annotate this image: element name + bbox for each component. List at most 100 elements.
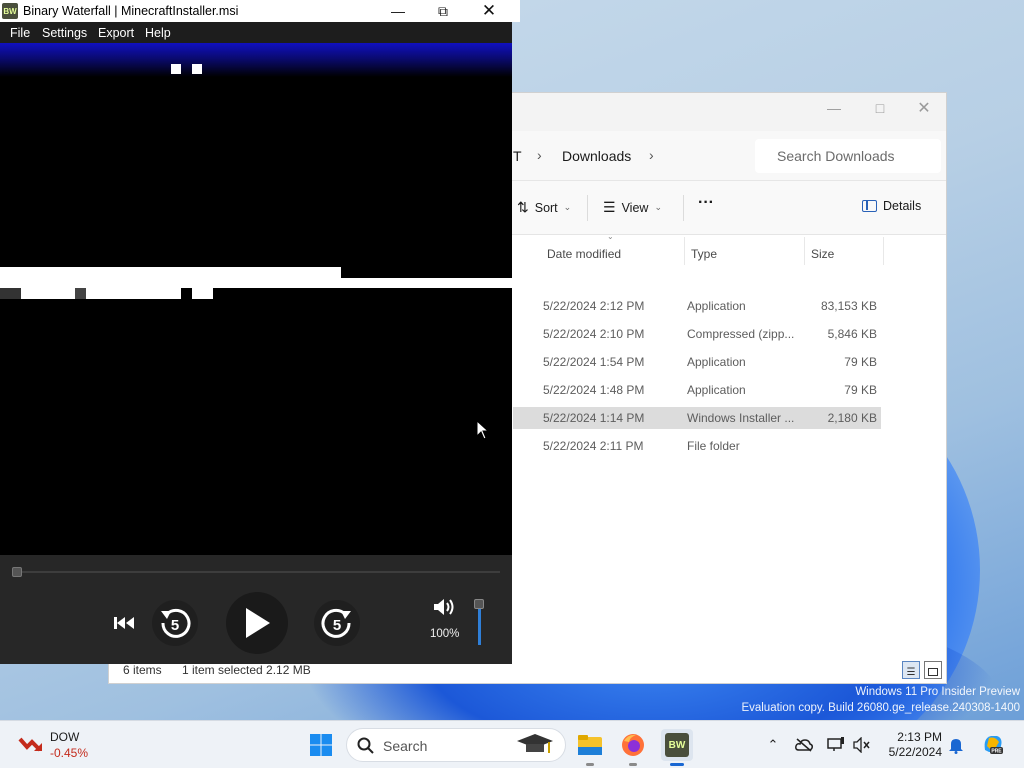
onedrive-offline-icon[interactable] bbox=[795, 736, 813, 754]
file-row[interactable]: 5/22/2024 2:10 PM Compressed (zipp... 5,84… bbox=[513, 323, 881, 345]
column-header-date[interactable]: Date modified bbox=[547, 247, 621, 261]
menu-settings[interactable]: Settings bbox=[42, 26, 87, 40]
bw-close-button[interactable]: ✕ bbox=[466, 0, 512, 22]
search-placeholder: Search Downloads bbox=[777, 148, 895, 164]
file-type: Windows Installer ... bbox=[687, 411, 795, 425]
explorer-close-button[interactable]: ✕ bbox=[901, 93, 947, 123]
waterfall-pixel bbox=[0, 288, 21, 299]
forward-5-button[interactable]: 5 bbox=[314, 600, 360, 646]
breadcrumb-chevron-icon: › bbox=[537, 147, 542, 163]
notification-bell-icon[interactable] bbox=[947, 736, 965, 754]
search-icon bbox=[357, 737, 374, 754]
volume-mute-button[interactable] bbox=[432, 595, 456, 619]
bw-maximize-button[interactable]: ⧉ bbox=[420, 0, 466, 22]
copilot-icon[interactable]: PRE bbox=[981, 732, 1005, 756]
show-hidden-icons-chevron-icon[interactable]: ⌃ bbox=[764, 736, 782, 754]
taskbar-clock[interactable]: 2:13 PM 5/22/2024 bbox=[884, 730, 942, 760]
bw-menu-bar: File Settings Export Help bbox=[0, 22, 512, 43]
volume-percent: 100% bbox=[430, 628, 460, 640]
watermark-line-1: Windows 11 Pro Insider Preview bbox=[855, 686, 1020, 698]
volume-fill bbox=[478, 605, 481, 645]
column-header-size[interactable]: Size bbox=[811, 247, 834, 261]
waterfall-pixel bbox=[21, 288, 75, 299]
taskbar-firefox[interactable] bbox=[617, 729, 649, 766]
skip-back-icon bbox=[114, 617, 134, 629]
rewind-5-icon: 5 bbox=[161, 608, 191, 638]
breadcrumb-partial[interactable]: T bbox=[513, 148, 522, 164]
view-button[interactable]: ☰ View ⌄ bbox=[603, 199, 662, 216]
waterfall-pixel bbox=[75, 288, 86, 299]
column-divider[interactable] bbox=[804, 237, 805, 265]
column-header-type[interactable]: Type bbox=[691, 247, 717, 261]
volume-slider-track[interactable] bbox=[478, 605, 481, 645]
file-type: Compressed (zipp... bbox=[687, 327, 795, 341]
rewind-5-button[interactable]: 5 bbox=[152, 600, 198, 646]
menu-file[interactable]: File bbox=[10, 26, 30, 40]
file-date: 5/22/2024 2:12 PM bbox=[543, 299, 645, 313]
file-row[interactable]: 5/22/2024 2:12 PM Application 83,153 KB bbox=[513, 295, 881, 317]
file-row[interactable]: 5/22/2024 2:11 PM File folder bbox=[513, 435, 881, 457]
waterfall-gradient-band bbox=[0, 43, 512, 77]
details-label: Details bbox=[883, 199, 922, 213]
forward-5-icon: 5 bbox=[321, 608, 351, 638]
search-downloads-input[interactable]: Search Downloads bbox=[755, 139, 941, 173]
chevron-down-icon: ⌄ bbox=[563, 202, 572, 212]
file-size: 2,180 KB bbox=[827, 411, 877, 425]
start-button[interactable] bbox=[305, 729, 337, 761]
breadcrumb-chevron-icon[interactable]: › bbox=[649, 147, 654, 163]
file-date: 5/22/2024 2:11 PM bbox=[543, 439, 644, 453]
file-size: 5,846 KB bbox=[827, 327, 877, 341]
large-icons-view-icon[interactable] bbox=[924, 661, 942, 679]
item-count: 6 items bbox=[123, 663, 162, 677]
details-view-icon[interactable]: ☰ bbox=[902, 661, 920, 679]
chevron-down-icon: ⌄ bbox=[654, 202, 662, 212]
stock-down-icon bbox=[18, 737, 42, 752]
stock-name: DOW bbox=[50, 730, 80, 744]
taskbar-binary-waterfall[interactable]: BW bbox=[661, 729, 693, 766]
breadcrumb-current[interactable]: Downloads bbox=[562, 148, 631, 164]
seek-track[interactable] bbox=[14, 571, 500, 573]
clock-date: 5/22/2024 bbox=[888, 745, 942, 759]
file-row[interactable]: 5/22/2024 1:54 PM Application 79 KB bbox=[513, 351, 881, 373]
view-label: View bbox=[621, 200, 649, 215]
active-indicator bbox=[670, 763, 684, 766]
details-pane-button[interactable]: Details bbox=[862, 199, 921, 213]
column-divider[interactable] bbox=[883, 237, 884, 265]
menu-help[interactable]: Help bbox=[145, 26, 171, 40]
file-date: 5/22/2024 1:14 PM bbox=[543, 411, 645, 425]
menu-export[interactable]: Export bbox=[98, 26, 134, 40]
network-icon[interactable] bbox=[827, 736, 845, 754]
graduation-cap-icon bbox=[517, 734, 553, 753]
waterfall-white-band bbox=[0, 267, 341, 278]
windows-logo-icon bbox=[310, 734, 332, 756]
play-button[interactable] bbox=[226, 592, 288, 654]
taskbar-file-explorer[interactable] bbox=[574, 729, 606, 766]
waterfall-pixel bbox=[171, 64, 181, 74]
explorer-minimize-button[interactable]: — bbox=[811, 93, 857, 123]
sort-button[interactable]: ⇅ Sort ⌄ bbox=[517, 199, 571, 216]
volume-muted-icon[interactable] bbox=[853, 736, 871, 754]
seek-slider-handle[interactable] bbox=[12, 567, 22, 577]
window-title: Binary Waterfall | MinecraftInstaller.ms… bbox=[23, 4, 239, 18]
file-row[interactable]: 5/22/2024 1:48 PM Application 79 KB bbox=[513, 379, 881, 401]
taskbar-search-box[interactable]: Search bbox=[346, 728, 566, 762]
column-divider[interactable] bbox=[684, 237, 685, 265]
skip-back-button[interactable] bbox=[110, 609, 138, 637]
rewind-5-label: 5 bbox=[171, 617, 179, 634]
forward-5-label: 5 bbox=[333, 617, 341, 634]
view-icon: ☰ bbox=[603, 199, 616, 215]
folder-icon bbox=[578, 735, 602, 755]
selection-info: 1 item selected 2.12 MB bbox=[182, 663, 311, 677]
explorer-maximize-button[interactable]: □ bbox=[857, 93, 903, 123]
more-options-button[interactable]: ··· bbox=[698, 194, 714, 212]
file-row[interactable]: 5/22/2024 1:14 PM Windows Installer ... 2,… bbox=[513, 407, 881, 429]
volume-slider-handle[interactable] bbox=[474, 599, 484, 609]
svg-text:PRE: PRE bbox=[991, 749, 1002, 755]
running-indicator bbox=[629, 763, 637, 766]
file-type: Application bbox=[687, 355, 746, 369]
stock-change: -0.45% bbox=[50, 746, 89, 760]
waterfall-visualization bbox=[0, 43, 512, 555]
watermark-line-2: Evaluation copy. Build 26080.ge_release.… bbox=[741, 702, 1020, 714]
details-pane-icon bbox=[862, 200, 877, 212]
bw-minimize-button[interactable]: — bbox=[375, 0, 421, 22]
